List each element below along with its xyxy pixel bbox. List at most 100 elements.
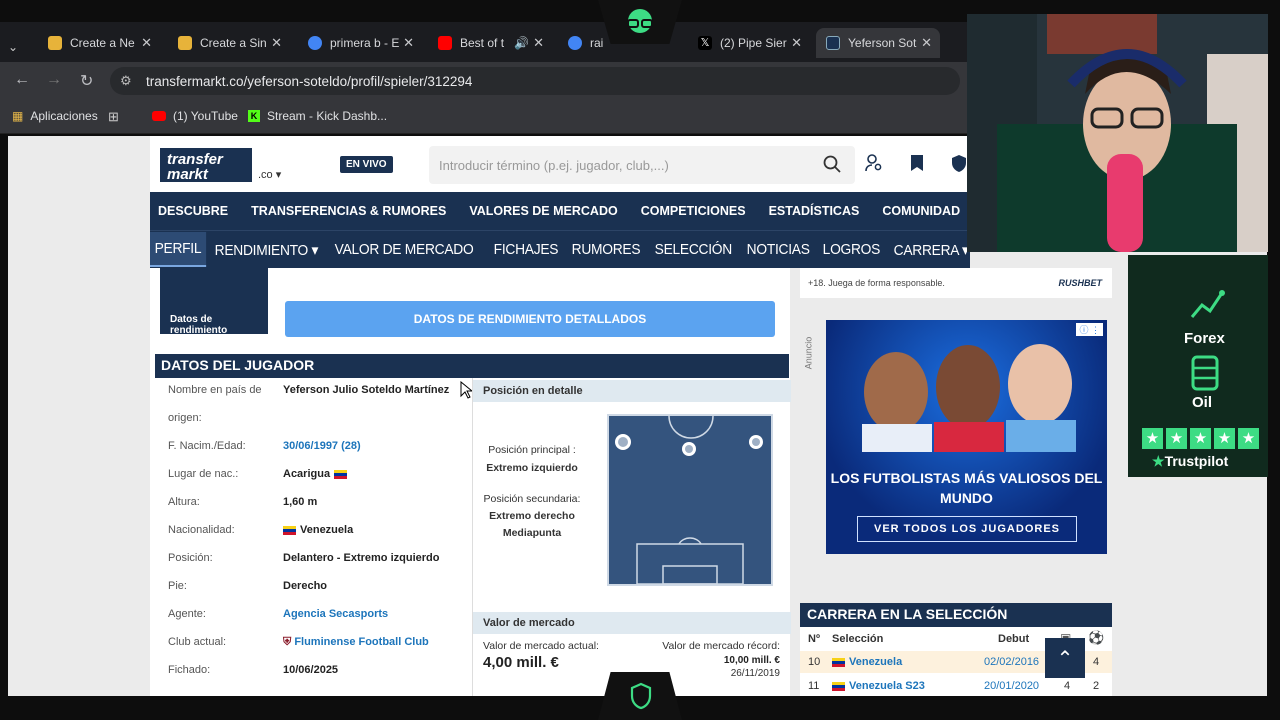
ad-info-icon[interactable]: ⓘ ⋮ xyxy=(1076,323,1103,336)
bookmarks-bar: ▦ Aplicaciones ⊞ (1) YouTube K Stream - Ki… xyxy=(0,100,970,134)
close-icon[interactable]: ✕ xyxy=(791,35,802,51)
nav-transferencias[interactable]: TRANSFERENCIAS & RUMORES xyxy=(243,204,461,218)
forex-ad-overlay[interactable]: Forex Oil ★ ★ ★ ★ ★ ★Trustpilot xyxy=(1128,255,1268,477)
site-header: transfer markt .co ▾ EN VIVO Introducir … xyxy=(150,136,970,192)
sponsor-logo[interactable]: RUSHBET xyxy=(1058,278,1102,288)
player-data-list: Nombre en país de Yeferson Julio Soteldo … xyxy=(155,378,472,696)
stream-overlay-bottom xyxy=(598,672,682,720)
player-field-label: Pie: xyxy=(168,580,187,592)
search-input[interactable]: Introducir término (p.ej. jugador, club,… xyxy=(429,146,855,184)
tab-6[interactable]: 𝕏 (2) Pipe Sier ✕ xyxy=(688,28,810,58)
player-field-value[interactable]: 30/06/1997 (28) xyxy=(283,440,361,452)
row-debut[interactable]: 20/01/2020 xyxy=(984,680,1039,692)
tab-carrera[interactable]: CARRERA ▾ xyxy=(890,241,972,259)
row-team[interactable]: Venezuela xyxy=(832,656,902,668)
transfermarkt-icon xyxy=(826,36,840,50)
tab-7-active[interactable]: Yeferson Sot ✕ xyxy=(816,28,940,58)
close-icon[interactable]: ✕ xyxy=(533,35,544,51)
player-field-value: Venezuela xyxy=(283,524,353,536)
player-field-text: Derecho xyxy=(283,580,328,592)
nav-comunidad[interactable]: COMUNIDAD xyxy=(874,204,975,218)
table-row[interactable]: 11 Venezuela S23 20/01/2020 4 2 xyxy=(800,675,1112,696)
tab-2[interactable]: Create a Sin ✕ xyxy=(168,28,290,58)
transfermarkt-logo[interactable]: transfer markt xyxy=(160,148,252,182)
performance-box[interactable]: Datos de rendimiento xyxy=(160,268,268,336)
advertisement[interactable]: LOS FUTBOLISTAS MÁS VALIOSOS DEL MUNDO V… xyxy=(826,320,1107,554)
forward-icon[interactable]: → xyxy=(46,71,62,89)
reload-icon[interactable]: ↻ xyxy=(80,71,93,91)
bookmark-kick[interactable]: K Stream - Kick Dashb... xyxy=(248,109,387,123)
live-badge[interactable]: EN VIVO xyxy=(340,156,393,173)
row-team[interactable]: Venezuela S23 xyxy=(832,680,925,692)
site-info-icon[interactable]: ⚙ xyxy=(120,73,132,89)
player-field-label: F. Nacim./Edad: xyxy=(168,440,246,452)
tab-rendimiento[interactable]: RENDIMIENTO ▾ xyxy=(211,241,322,259)
player-field-value[interactable]: Agencia Secasports xyxy=(283,608,388,620)
section-title: DATOS DEL JUGADOR xyxy=(161,357,315,373)
tab-label: (2) Pipe Sier xyxy=(720,36,787,50)
row-team-link[interactable]: Venezuela xyxy=(849,656,902,668)
player-field-text: Delantero - Extremo izquierdo xyxy=(283,552,440,564)
player-field-text: Fluminense Football Club xyxy=(294,636,429,648)
bookmark-icon[interactable] xyxy=(909,154,925,172)
detailed-performance-button[interactable]: DATOS DE RENDIMIENTO DETALLADOS xyxy=(285,301,775,337)
position-marker xyxy=(749,435,763,449)
player-field-value[interactable]: ⛨ Fluminense Football Club xyxy=(283,636,429,649)
url-bar[interactable]: ⚙ transfermarkt.co/yeferson-soteldo/prof… xyxy=(110,67,960,95)
tab-favicon-icon xyxy=(48,36,62,50)
tab-seleccion[interactable]: SELECCIÓN xyxy=(651,241,736,258)
tab-3[interactable]: primera b - E ✕ xyxy=(298,28,422,58)
tab-noticias[interactable]: NOTICIAS xyxy=(743,241,813,258)
player-field-value: 1,60 m xyxy=(283,496,317,508)
player-field-label: origen: xyxy=(168,412,202,424)
close-icon[interactable]: ✕ xyxy=(403,35,414,51)
tab-fichajes[interactable]: FICHAJES xyxy=(490,241,562,258)
player-field-label: Altura: xyxy=(168,496,200,508)
bookmark-apps[interactable]: ▦ Aplicaciones xyxy=(12,109,98,123)
record-value: 10,00 mill. € xyxy=(723,655,780,666)
row-team-link[interactable]: Venezuela S23 xyxy=(849,680,925,692)
user-search-icon[interactable] xyxy=(865,154,883,172)
gambling-notice: +18. Juega de forma responsable. RUSHBET xyxy=(800,268,1112,298)
nav-valores[interactable]: VALORES DE MERCADO xyxy=(461,204,632,218)
tab-logros[interactable]: LOGROS xyxy=(819,241,884,258)
player-field-value: 10/06/2025 xyxy=(283,664,338,676)
mouse-cursor-icon xyxy=(460,381,472,399)
tab-label: rai xyxy=(590,36,604,50)
current-value-label: Valor de mercado actual: xyxy=(483,640,599,652)
tab-1[interactable]: Create a Ne ✕ xyxy=(38,28,160,58)
scroll-to-top-button[interactable]: ⌃ xyxy=(1045,638,1085,678)
streamer-webcam xyxy=(967,14,1268,252)
player-field-label: Posición: xyxy=(168,552,213,564)
country-selector[interactable]: .co ▾ xyxy=(258,168,281,181)
search-icon[interactable] xyxy=(823,155,841,173)
speaker-icon[interactable]: 🔊 xyxy=(514,36,529,50)
star-icon: ★ xyxy=(1166,428,1187,449)
venezuela-flag-icon xyxy=(832,681,845,691)
bookmark-youtube[interactable]: (1) YouTube xyxy=(152,109,238,123)
ad-cta-button[interactable]: VER TODOS LOS JUGADORES xyxy=(857,516,1077,542)
tab-label: Yeferson Sot xyxy=(848,36,917,50)
tab-perfil[interactable]: PERFIL xyxy=(150,232,206,267)
tab-rumores[interactable]: RUMORES xyxy=(568,241,644,258)
chart-trend-icon xyxy=(1190,290,1225,318)
club-crest-icon: ⛨ xyxy=(283,636,295,648)
row-goals: 2 xyxy=(1093,680,1100,692)
nav-estadisticas[interactable]: ESTADÍSTICAS xyxy=(761,204,875,218)
star-icon: ★ xyxy=(1214,428,1235,449)
row-debut[interactable]: 02/02/2016 xyxy=(984,656,1039,668)
nav-descubre[interactable]: DESCUBRE xyxy=(150,204,243,218)
bookmark-grid[interactable]: ⊞ xyxy=(108,109,119,125)
back-icon[interactable]: ← xyxy=(14,71,30,89)
shield-icon[interactable] xyxy=(951,154,967,172)
nav-competiciones[interactable]: COMPETICIONES xyxy=(633,204,761,218)
tab-search-chevron[interactable]: ⌄ xyxy=(8,32,36,62)
row-number: 11 xyxy=(808,680,820,692)
close-icon[interactable]: ✕ xyxy=(271,35,282,51)
tab-4[interactable]: Best of t 🔊 ✕ xyxy=(428,28,552,58)
player-field-text: 1,60 m xyxy=(283,496,318,508)
close-icon[interactable]: ✕ xyxy=(141,35,152,51)
close-icon[interactable]: ✕ xyxy=(921,35,932,51)
tab-valor-mercado[interactable]: VALOR DE MERCADO xyxy=(331,241,477,258)
player-field-value: Yeferson Julio Soteldo Martínez xyxy=(283,384,449,396)
